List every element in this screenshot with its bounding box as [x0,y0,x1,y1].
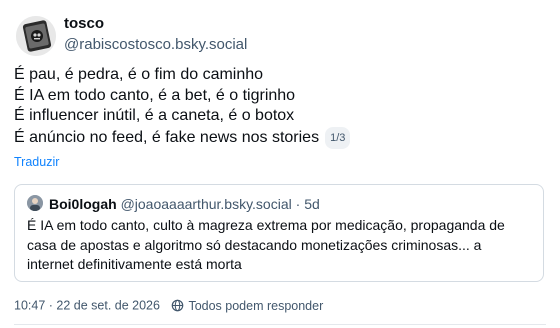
thread-position-badge: 1/3 [325,126,351,149]
quoted-text-line: internet definitivamente está morta [27,256,242,272]
quoted-text-line: É IA em todo canto, culto à magreza extr… [27,217,505,233]
post-text: É pau, é pedra, é o fim do caminho É IA … [14,65,544,149]
divider [14,324,546,325]
quoted-author-handle: @joaoaaaarthur.bsky.social [120,196,292,212]
quoted-post[interactable]: Boi0logah @joaoaaaarthur.bsky.social · 5… [14,184,544,282]
post-text-line: É anúncio no feed, é fake news nos stori… [14,126,544,149]
author-avatar[interactable] [16,16,56,56]
reply-setting-button[interactable]: Todos podem responder [171,299,323,313]
post-text-line: É IA em todo canto, é a bet, é o tigrinh… [14,86,296,104]
quoted-text-line: casa de apostas e algoritmo só destacand… [27,236,482,253]
quoted-post-text: É IA em todo canto, culto à magreza extr… [27,216,533,275]
globe-icon [172,299,184,312]
post-text-line-content: É anúncio no feed, é fake news nos stori… [14,128,320,146]
reply-setting-label: Todos podem responder [188,298,324,313]
quoted-post-time: 5d [304,196,320,212]
post-text-line: É pau, é pedra, é o fim do caminho [14,66,264,83]
quoted-avatar-image [27,195,43,211]
quoted-author-name: Boi0logah [49,196,117,212]
quoted-post-header: Boi0logah @joaoaaaarthur.bsky.social · 5… [49,196,320,212]
post-text-line: É influencer inútil, é a caneta, é o bot… [14,107,295,124]
post-meta: 10:47 · 22 de set. de 2026 Todos podem r… [14,298,323,313]
author-handle[interactable]: @rabiscostosco.bsky.social [64,36,247,53]
translate-link[interactable]: Traduzir [14,155,59,169]
post-timestamp[interactable]: 10:47 · 22 de set. de 2026 [14,299,160,313]
header-separator: · [295,196,301,212]
post: tosco @rabiscostosco.bsky.social É pau, … [0,0,560,328]
avatar-image [16,16,56,56]
author-display-name[interactable]: tosco [64,15,104,32]
quoted-author-avatar [27,195,43,211]
